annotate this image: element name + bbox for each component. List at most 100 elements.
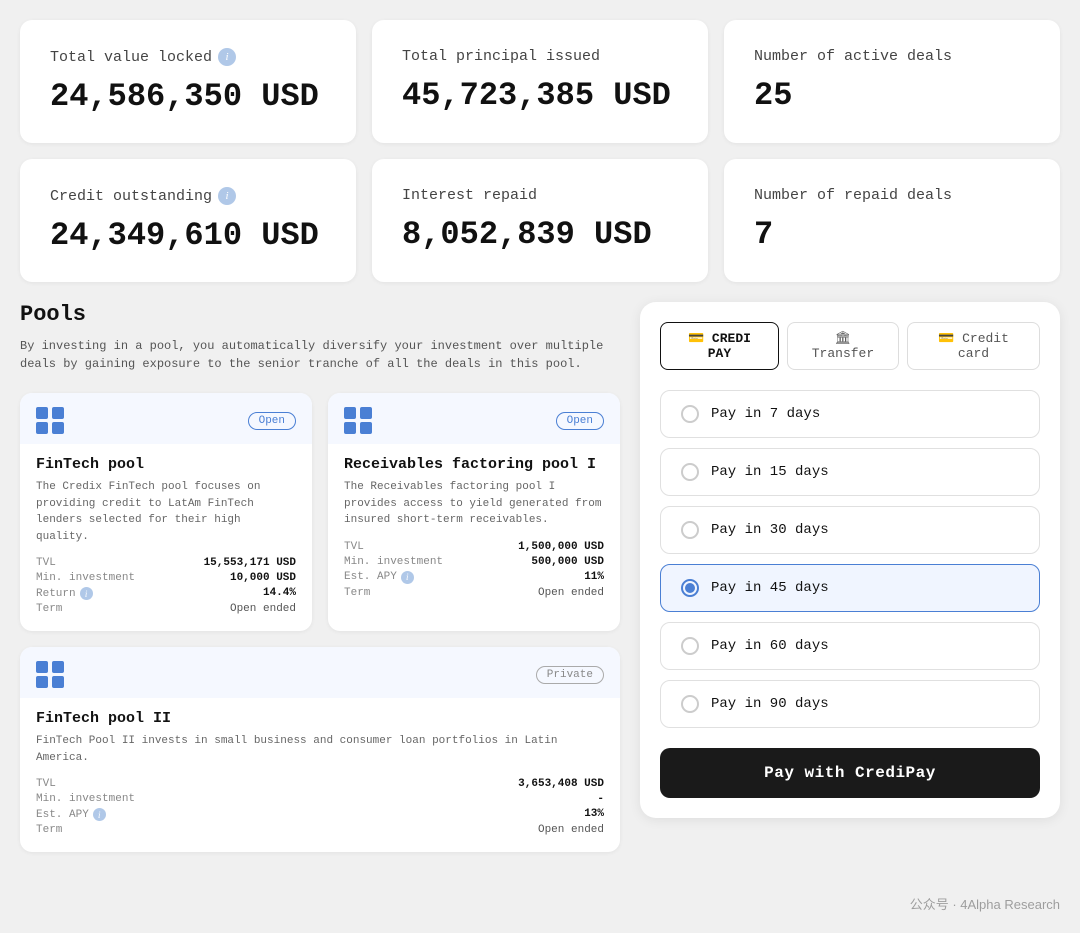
payment-options: Pay in 7 days Pay in 15 days Pay in 30 day…	[660, 390, 1040, 728]
pool-icon-fintech-pool	[36, 407, 64, 434]
pool-badge-fintech-pool: Open	[248, 412, 296, 430]
page-wrapper: Total value locked i 24,586,350 USD Tota…	[20, 20, 1060, 852]
payment-option-label-15-days: Pay in 15 days	[711, 464, 829, 480]
pool-stat-row: Return i 14.4%	[36, 587, 296, 600]
stat-label-total-principal-issued: Total principal issued	[402, 48, 678, 65]
pool-stat-val: 14.4%	[263, 587, 296, 600]
pool-icon-sq1	[36, 407, 48, 419]
pool-stats-fintech-pool: TVL 15,553,171 USD Min. investment 10,00…	[36, 557, 296, 615]
pool-stat-val: 1,500,000 USD	[518, 541, 604, 553]
info-icon-credit-outstanding[interactable]: i	[218, 187, 236, 205]
payment-tab-transfer[interactable]: 🏛 Transfer	[787, 322, 899, 370]
payment-tab-credi-pay[interactable]: 💳 CREDI PAY	[660, 322, 779, 370]
pool-card-fintech-pool-ii[interactable]: Private FinTech pool II FinTech Pool II …	[20, 647, 620, 852]
payment-option-15-days[interactable]: Pay in 15 days	[660, 448, 1040, 496]
pool-badge-receivables-factoring-pool-i: Open	[556, 412, 604, 430]
pool-stat-key: TVL	[36, 557, 56, 569]
payment-option-30-days[interactable]: Pay in 30 days	[660, 506, 1040, 554]
pool-stat-key: TVL	[344, 541, 364, 553]
payment-option-60-days[interactable]: Pay in 60 days	[660, 622, 1040, 670]
pool-stat-key: Est. APY i	[344, 571, 414, 584]
pool-icon-sq2	[52, 661, 64, 673]
stat-value-interest-repaid: 8,052,839 USD	[402, 216, 678, 253]
pay-button[interactable]: Pay with CrediPay	[660, 748, 1040, 798]
pool-stat-val: Open ended	[230, 603, 296, 615]
pool-icon-sq3	[344, 422, 356, 434]
pool-card-fintech-pool[interactable]: Open FinTech pool The Credix FinTech poo…	[20, 393, 312, 631]
payment-option-label-30-days: Pay in 30 days	[711, 522, 829, 538]
pool-card-body-fintech-pool: FinTech pool The Credix FinTech pool foc…	[20, 444, 312, 631]
pool-stat-row: Est. APY i 13%	[36, 808, 604, 821]
pool-icon-sq4	[360, 422, 372, 434]
pool-stat-key: TVL	[36, 778, 56, 790]
pool-stat-row: TVL 15,553,171 USD	[36, 557, 296, 569]
pool-card-body-fintech-pool-ii: FinTech pool II FinTech Pool II invests …	[20, 698, 620, 852]
radio-outer-15-days	[681, 463, 699, 481]
pool-icon-fintech-pool-ii	[36, 661, 64, 688]
info-icon-small[interactable]: i	[401, 571, 414, 584]
pool-name-receivables-factoring-pool-i: Receivables factoring pool I	[344, 456, 604, 473]
pool-desc-fintech-pool-ii: FinTech Pool II invests in small busines…	[36, 733, 604, 766]
pool-card-header-fintech-pool-ii: Private	[20, 647, 620, 698]
pool-icon-sq3	[36, 676, 48, 688]
payment-option-45-days[interactable]: Pay in 45 days	[660, 564, 1040, 612]
payment-tabs: 💳 CREDI PAY🏛 Transfer💳 Credit card	[660, 322, 1040, 370]
pool-stat-row: TVL 3,653,408 USD	[36, 778, 604, 790]
pool-stat-val: 10,000 USD	[230, 572, 296, 584]
pool-icon-sq1	[344, 407, 356, 419]
pool-stat-key: Term	[344, 587, 370, 599]
pool-stat-val: 13%	[584, 808, 604, 821]
pool-card-header-fintech-pool: Open	[20, 393, 312, 444]
radio-outer-30-days	[681, 521, 699, 539]
pool-stat-val: -	[597, 793, 604, 805]
radio-outer-7-days	[681, 405, 699, 423]
radio-inner-45-days	[685, 583, 695, 593]
pool-icon-sq2	[52, 407, 64, 419]
pool-stat-val: 3,653,408 USD	[518, 778, 604, 790]
pool-name-fintech-pool-ii: FinTech pool II	[36, 710, 604, 727]
stat-label-credit-outstanding: Credit outstanding i	[50, 187, 326, 205]
pool-stat-row: Min. investment -	[36, 793, 604, 805]
pool-icon-receivables-factoring-pool-i	[344, 407, 372, 434]
pool-stat-val: 15,553,171 USD	[204, 557, 296, 569]
pool-stat-key: Return i	[36, 587, 93, 600]
payment-option-label-90-days: Pay in 90 days	[711, 696, 829, 712]
pool-icon-sq1	[36, 661, 48, 673]
stat-card-number-of-repaid-deals: Number of repaid deals 7	[724, 159, 1060, 282]
pool-stat-val: Open ended	[538, 824, 604, 836]
pool-stat-val: 500,000 USD	[531, 556, 604, 568]
payment-tab-credit-card[interactable]: 💳 Credit card	[907, 322, 1040, 370]
pool-icon-sq4	[52, 676, 64, 688]
stat-card-interest-repaid: Interest repaid 8,052,839 USD	[372, 159, 708, 282]
pool-card-header-receivables-factoring-pool-i: Open	[328, 393, 620, 444]
pool-stat-row: TVL 1,500,000 USD	[344, 541, 604, 553]
stat-value-number-of-repaid-deals: 7	[754, 216, 1030, 253]
pool-stat-row: Term Open ended	[36, 603, 296, 615]
info-icon-small[interactable]: i	[93, 808, 106, 821]
pool-stat-val: 11%	[584, 571, 604, 584]
stat-card-number-of-active-deals: Number of active deals 25	[724, 20, 1060, 143]
stat-value-credit-outstanding: 24,349,610 USD	[50, 217, 326, 254]
payment-panel: 💳 CREDI PAY🏛 Transfer💳 Credit card Pay i…	[640, 302, 1060, 818]
pool-stat-key: Min. investment	[344, 556, 443, 568]
payment-option-90-days[interactable]: Pay in 90 days	[660, 680, 1040, 728]
info-icon-total-value-locked[interactable]: i	[218, 48, 236, 66]
pool-stat-val: Open ended	[538, 587, 604, 599]
radio-outer-90-days	[681, 695, 699, 713]
stat-label-number-of-repaid-deals: Number of repaid deals	[754, 187, 1030, 204]
pool-stats-receivables-factoring-pool-i: TVL 1,500,000 USD Min. investment 500,00…	[344, 541, 604, 599]
pool-stat-row: Min. investment 500,000 USD	[344, 556, 604, 568]
pool-badge-fintech-pool-ii: Private	[536, 666, 604, 684]
stat-label-total-value-locked: Total value locked i	[50, 48, 326, 66]
info-icon-small[interactable]: i	[80, 587, 93, 600]
pool-card-body-receivables-factoring-pool-i: Receivables factoring pool I The Receiva…	[328, 444, 620, 615]
pool-stat-row: Min. investment 10,000 USD	[36, 572, 296, 584]
pool-card-receivables-factoring-pool-i[interactable]: Open Receivables factoring pool I The Re…	[328, 393, 620, 631]
watermark: 公众号 · 4Alpha Research	[910, 894, 1060, 913]
pools-title: Pools	[20, 302, 620, 327]
stat-value-total-principal-issued: 45,723,385 USD	[402, 77, 678, 114]
pool-icon-sq4	[52, 422, 64, 434]
payment-option-7-days[interactable]: Pay in 7 days	[660, 390, 1040, 438]
pool-icon-sq3	[36, 422, 48, 434]
radio-outer-60-days	[681, 637, 699, 655]
